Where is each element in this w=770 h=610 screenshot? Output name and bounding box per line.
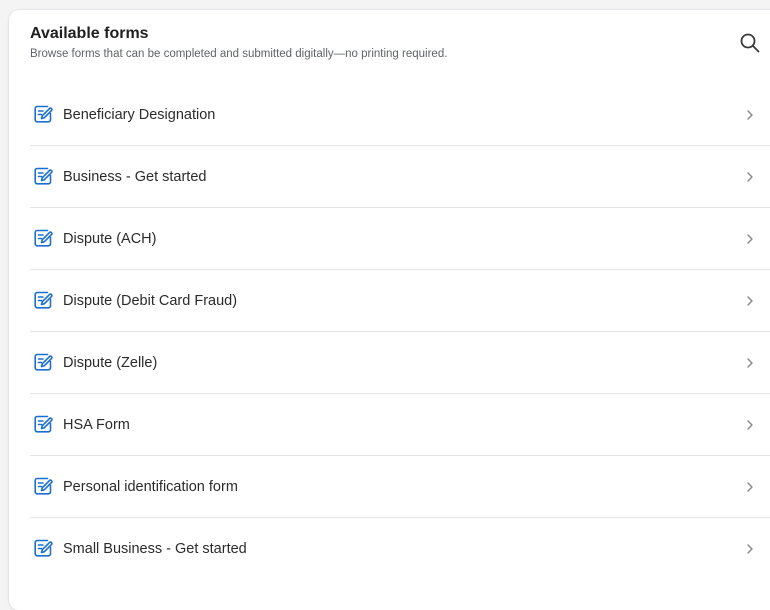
form-label: Small Business - Get started [63,541,247,557]
forms-list: Beneficiary Designation Business - Get s… [30,84,770,580]
edit-form-icon [34,105,53,123]
chevron-right-icon [747,110,753,120]
form-label: Dispute (Zelle) [63,355,158,371]
form-label: HSA Form [63,417,130,433]
search-button[interactable] [739,32,761,54]
form-label: Business - Get started [63,169,207,185]
form-list-item[interactable]: HSA Form [30,394,770,456]
chevron-right-icon [747,482,753,492]
chevron-right-icon [747,296,753,306]
edit-form-icon [34,353,53,371]
edit-form-icon [34,229,53,247]
edit-form-icon [34,539,53,557]
form-list-item[interactable]: Beneficiary Designation [30,84,770,146]
edit-form-icon [34,167,53,185]
chevron-right-icon [747,420,753,430]
card-header: Available forms Browse forms that can be… [30,24,770,61]
chevron-right-icon [747,172,753,182]
available-forms-card: Available forms Browse forms that can be… [9,10,770,610]
edit-form-icon [34,291,53,309]
form-list-item[interactable]: Business - Get started [30,146,770,208]
form-label: Dispute (ACH) [63,231,157,247]
edit-form-icon [34,415,53,433]
form-label: Dispute (Debit Card Fraud) [63,293,238,309]
chevron-right-icon [747,544,753,554]
page-subtitle: Browse forms that can be completed and s… [30,48,448,60]
edit-form-icon [34,477,53,495]
form-list-item[interactable]: Dispute (Zelle) [30,332,770,394]
form-list-item[interactable]: Dispute (Debit Card Fraud) [30,270,770,332]
page-title: Available forms [30,25,149,42]
search-icon [740,33,760,53]
form-label: Beneficiary Designation [63,107,216,123]
form-list-item[interactable]: Dispute (ACH) [30,208,770,270]
form-label: Personal identification form [63,479,238,495]
form-list-item[interactable]: Personal identification form [30,456,770,518]
chevron-right-icon [747,358,753,368]
chevron-right-icon [747,234,753,244]
